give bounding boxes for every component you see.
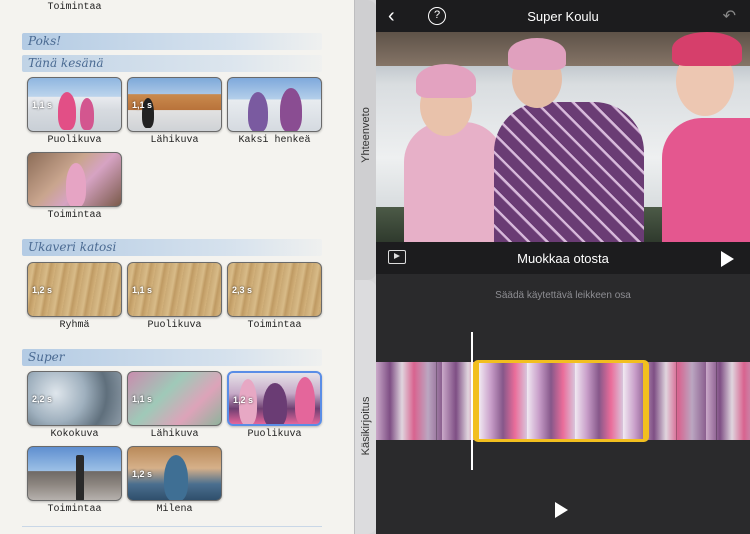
clip-duration: 1,1 s <box>32 100 53 110</box>
clip-label: Kaksi henkeä <box>238 135 311 146</box>
filmstrip-frame-divider <box>676 362 677 440</box>
clip-duration: 2,3 s <box>232 285 253 295</box>
clip-thumbnail[interactable]: 1,1 s <box>127 77 222 132</box>
clip-figure <box>164 455 188 500</box>
clip-label: Lähikuva <box>150 135 199 146</box>
editor-panel: ‹ ? Super Koulu ↶ Muokkaa otosta Säädä k… <box>376 0 750 534</box>
summary-tab[interactable]: Yhteenveto <box>355 0 377 280</box>
clip-thumbnail[interactable]: 1,1 s <box>27 77 122 132</box>
clip-label: Toimintaa <box>47 2 102 13</box>
section-banner <box>22 349 322 366</box>
clip-duration: 1,1 s <box>132 100 153 110</box>
play-icon[interactable] <box>555 502 568 518</box>
clip-duration: 1,2 s <box>233 395 254 405</box>
clip-label: Kokokuva <box>50 429 99 440</box>
clip-label: Puolikuva <box>247 429 302 440</box>
clip-figure <box>248 92 268 131</box>
section-divider <box>22 526 322 527</box>
undo-icon[interactable]: ↶ <box>723 6 736 26</box>
video-preview[interactable] <box>376 32 750 242</box>
preview-figure <box>662 118 750 242</box>
clip-thumbnail[interactable] <box>227 77 322 132</box>
clip-label: Puolikuva <box>147 320 202 331</box>
script-tab-label: Käsikirjoitus <box>360 396 372 456</box>
play-icon[interactable] <box>721 251 734 267</box>
trim-timeline: Säädä käytettävä leikkeen osa <box>376 274 750 534</box>
top-bar: ‹ ? Super Koulu ↶ <box>376 0 750 32</box>
clip-figure <box>263 383 287 424</box>
section-title[interactable]: Poks! <box>28 34 61 48</box>
filmstrip-frame-divider <box>436 362 437 440</box>
clip-thumbnail[interactable]: 2,3 s <box>227 262 322 317</box>
clip-label: Toimintaa <box>47 210 102 221</box>
clip-thumbnail[interactable] <box>27 446 122 501</box>
clip-thumbnail[interactable]: 1,1 s <box>127 262 222 317</box>
clip-thumbnail[interactable]: 1,2 s <box>127 446 222 501</box>
clip-label: Lähikuva <box>150 429 199 440</box>
clip-label: Milena <box>156 504 193 515</box>
clip-label: Toimintaa <box>47 504 102 515</box>
project-title: Super Koulu <box>527 9 599 24</box>
playhead[interactable] <box>471 332 473 470</box>
clip-figure <box>58 92 76 130</box>
clip-figure <box>76 455 84 500</box>
clip-thumbnail[interactable]: 1,2 s <box>27 262 122 317</box>
clip-thumbnail[interactable]: 1,1 s <box>127 371 222 426</box>
clip-duration: 1,1 s <box>132 394 153 404</box>
preview-figure <box>494 102 644 242</box>
clip-thumbnail[interactable] <box>27 152 122 207</box>
clip-figure <box>80 98 94 130</box>
storyboard-panel: Toimintaa Poks! Tänä kesänä 1,1 s Puolik… <box>0 0 354 534</box>
clip-figure <box>295 377 315 424</box>
preview-figure <box>672 32 742 66</box>
clip-duration: 1,2 s <box>132 469 153 479</box>
preview-figure <box>404 122 504 242</box>
clip-figure <box>280 88 302 131</box>
summary-tab-label: Yhteenveto <box>360 107 372 163</box>
filmstrip-frame-divider <box>716 362 717 440</box>
subsection-title[interactable]: Tänä kesänä <box>28 56 104 70</box>
section-title[interactable]: Super <box>28 350 64 364</box>
preview-figure <box>508 38 566 70</box>
trim-selection-handles[interactable] <box>473 360 649 442</box>
clip-thumbnail-selected[interactable]: 1,2 s <box>227 371 322 426</box>
script-tab[interactable]: Käsikirjoitus <box>355 280 377 534</box>
side-tab-strip: Yhteenveto Käsikirjoitus <box>354 0 377 534</box>
trim-hint: Säädä käytettävä leikkeen osa <box>495 290 631 301</box>
clip-edit-bar: Muokkaa otosta <box>376 242 750 274</box>
clip-thumbnail[interactable]: 2,2 s <box>27 371 122 426</box>
clip-duration: 2,2 s <box>32 394 53 404</box>
clip-figure <box>66 163 86 206</box>
section-banner <box>22 33 322 50</box>
clip-label: Puolikuva <box>47 135 102 146</box>
edit-clip-title: Muokkaa otosta <box>517 251 609 266</box>
clip-duration: 1,2 s <box>32 285 53 295</box>
clip-duration: 1,1 s <box>132 285 153 295</box>
section-title[interactable]: Ukaveri katosi <box>28 240 116 254</box>
clip-label: Toimintaa <box>247 320 302 331</box>
clip-label: Ryhmä <box>59 320 90 331</box>
preview-figure <box>416 64 476 98</box>
